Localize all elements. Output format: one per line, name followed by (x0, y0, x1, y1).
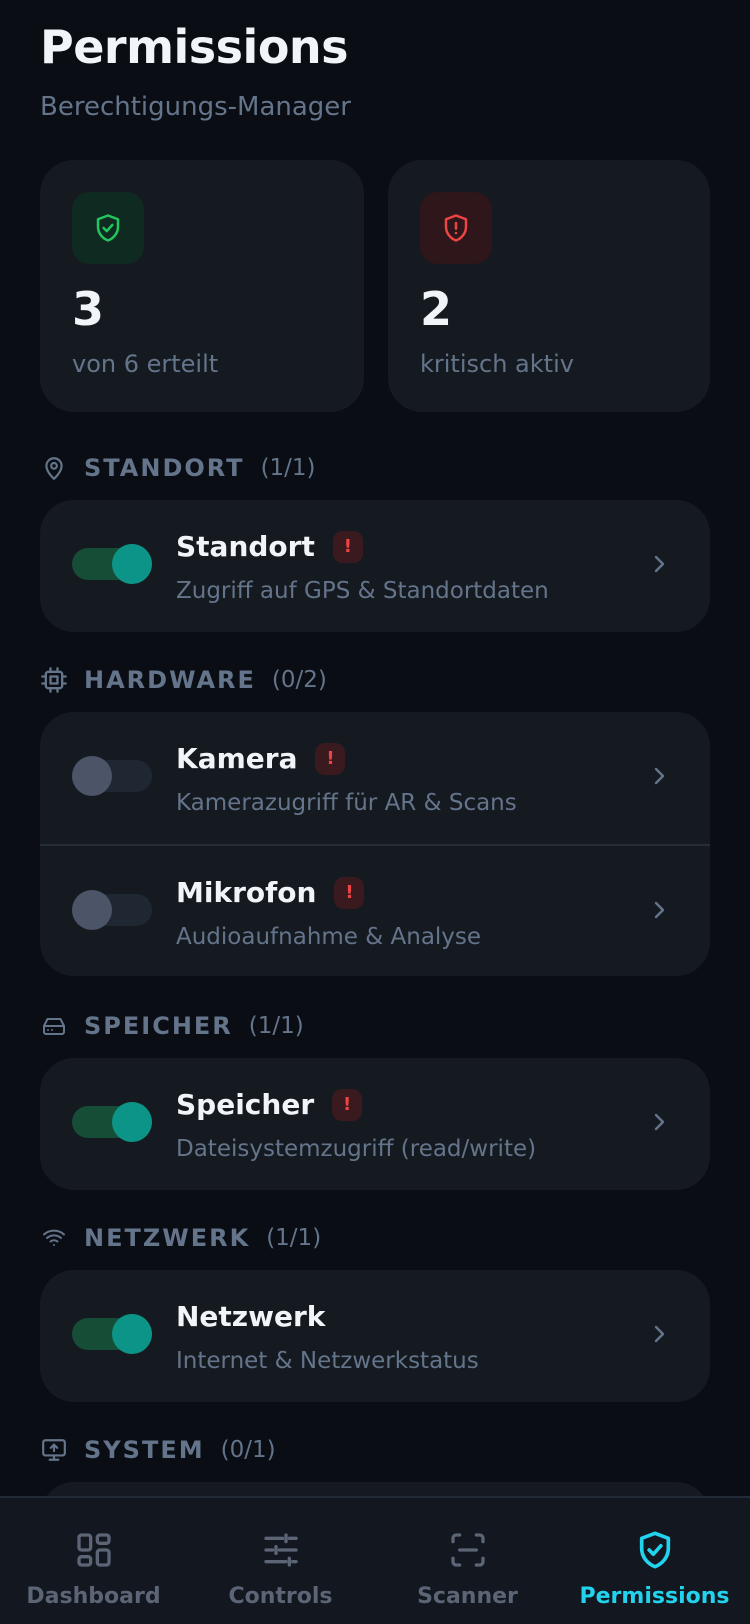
toggle-knob (112, 1314, 152, 1354)
page-subtitle: Berechtigungs-Manager (40, 92, 351, 122)
shield-check-icon (633, 1528, 677, 1572)
permission-card-netzwerk: Netzwerk Internet & Netzwerkstatus (40, 1270, 710, 1402)
dashboard-icon (72, 1528, 116, 1572)
permission-description: Kamerazugriff für AR & Scans (176, 790, 517, 816)
monitor-icon (40, 1436, 68, 1464)
permission-card-hardware: Kamera ! Kamerazugriff für AR & Scans Mi… (40, 712, 710, 976)
critical-label: kritisch aktiv (420, 350, 574, 378)
permission-card-standort: Standort ! Zugriff auf GPS & Standortdat… (40, 500, 710, 632)
section-name: NETZWERK (84, 1224, 251, 1252)
granted-label: von 6 erteilt (72, 350, 219, 378)
shield-alert-icon (420, 192, 492, 264)
tab-permissions[interactable]: Permissions (561, 1498, 748, 1624)
scan-icon (446, 1528, 490, 1572)
speicher-toggle[interactable] (72, 1102, 152, 1142)
critical-badge: ! (332, 1088, 363, 1121)
section-count: (0/2) (271, 667, 327, 693)
hard-drive-icon (40, 1012, 68, 1040)
tab-label: Dashboard (26, 1584, 161, 1609)
section-header-hardware: HARDWARE (0/2) (40, 662, 327, 698)
tab-label: Controls (228, 1584, 333, 1609)
section-header-system: SYSTEM (0/1) (40, 1432, 276, 1468)
section-header-speicher: SPEICHER (1/1) (40, 1008, 304, 1044)
permission-title: Netzwerk (176, 1300, 326, 1333)
page-title: Permissions (40, 20, 349, 74)
permission-title: Speicher (176, 1088, 315, 1121)
permission-description: Audioaufnahme & Analyse (176, 924, 482, 950)
toggle-knob (112, 544, 152, 584)
mikrofon-toggle[interactable] (72, 890, 152, 930)
sliders-icon (259, 1528, 303, 1572)
permission-title: Kamera (176, 742, 298, 775)
section-count: (1/1) (248, 1013, 304, 1039)
location-pin-icon (40, 454, 68, 482)
section-count: (0/1) (220, 1437, 276, 1463)
section-header-standort: STANDORT (1/1) (40, 450, 316, 486)
netzwerk-toggle[interactable] (72, 1314, 152, 1354)
permission-row-standort[interactable]: Standort ! Zugriff auf GPS & Standortdat… (40, 500, 710, 632)
critical-badge: ! (315, 742, 346, 775)
granted-stat-card: 3 von 6 erteilt (40, 160, 364, 412)
tab-controls[interactable]: Controls (187, 1498, 374, 1624)
permission-row-netzwerk[interactable]: Netzwerk Internet & Netzwerkstatus (40, 1270, 710, 1402)
permission-description: Dateisystemzugriff (read/write) (176, 1136, 537, 1162)
chevron-right-icon[interactable] (648, 1322, 672, 1346)
chip-icon (40, 666, 68, 694)
permission-row-mikrofon[interactable]: Mikrofon ! Audioaufnahme & Analyse (40, 844, 710, 976)
section-count: (1/1) (260, 455, 316, 481)
permission-title: Standort (176, 530, 315, 563)
chevron-right-icon[interactable] (648, 1110, 672, 1134)
wifi-icon (40, 1224, 68, 1252)
tab-label: Permissions (579, 1584, 730, 1609)
tab-dashboard[interactable]: Dashboard (0, 1498, 187, 1624)
chevron-right-icon[interactable] (648, 552, 672, 576)
permission-description: Zugriff auf GPS & Standortdaten (176, 578, 549, 604)
tab-label: Scanner (417, 1584, 518, 1609)
permission-card-speicher: Speicher ! Dateisystemzugriff (read/writ… (40, 1058, 710, 1190)
permission-title: Mikrofon (176, 876, 317, 909)
critical-stat-card: 2 kritisch aktiv (388, 160, 710, 412)
granted-count: 3 (72, 282, 105, 336)
section-count: (1/1) (266, 1225, 322, 1251)
kamera-toggle[interactable] (72, 756, 152, 796)
section-name: STANDORT (84, 454, 245, 482)
section-name: HARDWARE (84, 666, 256, 694)
chevron-right-icon[interactable] (648, 898, 672, 922)
critical-badge: ! (334, 876, 365, 909)
bottom-tab-bar: Dashboard Controls Scanner Permissions (0, 1496, 750, 1624)
permission-row-kamera[interactable]: Kamera ! Kamerazugriff für AR & Scans (40, 712, 710, 844)
permissions-screen: Permissions Berechtigungs-Manager 3 von … (0, 0, 750, 1624)
critical-count: 2 (420, 282, 453, 336)
chevron-right-icon[interactable] (648, 764, 672, 788)
toggle-knob (72, 756, 112, 796)
shield-check-icon (72, 192, 144, 264)
section-header-netzwerk: NETZWERK (1/1) (40, 1220, 321, 1256)
permission-description: Internet & Netzwerkstatus (176, 1348, 479, 1374)
standort-toggle[interactable] (72, 544, 152, 584)
section-name: SYSTEM (84, 1436, 205, 1464)
tab-scanner[interactable]: Scanner (374, 1498, 561, 1624)
section-name: SPEICHER (84, 1012, 233, 1040)
toggle-knob (112, 1102, 152, 1142)
critical-badge: ! (332, 530, 363, 563)
permission-row-speicher[interactable]: Speicher ! Dateisystemzugriff (read/writ… (40, 1058, 710, 1190)
toggle-knob (72, 890, 112, 930)
